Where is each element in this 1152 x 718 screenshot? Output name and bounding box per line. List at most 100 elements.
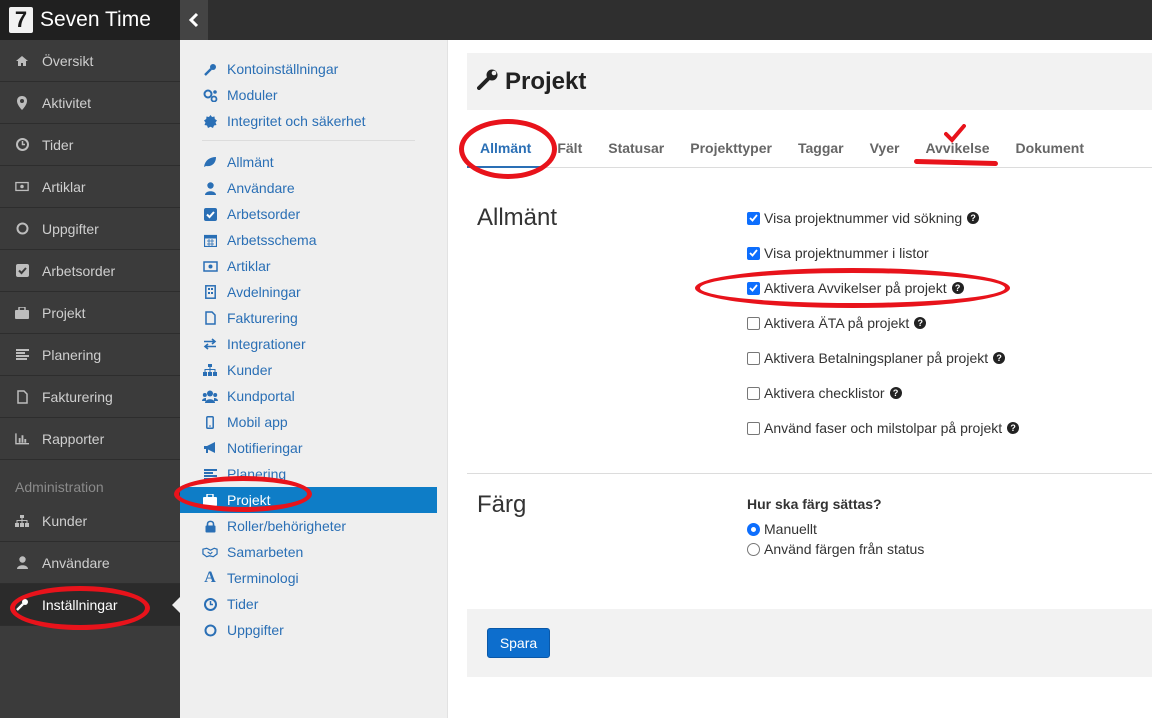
submenu-item-artiklar[interactable]: Artiklar (180, 253, 447, 279)
radio-manual[interactable]: Manuellt (747, 519, 817, 539)
nav-item-tider[interactable]: Tider (0, 124, 180, 166)
section-title-farg: Färg (477, 491, 527, 518)
annotation-checkmark-icon (944, 124, 966, 143)
submenu-item-label: Samarbeten (227, 544, 304, 560)
exchange-icon (202, 337, 218, 351)
option-use-phases[interactable]: Använd faser och milstolpar på projekt ? (747, 418, 1020, 438)
nav-item-label: Översikt (42, 52, 94, 69)
tab-dokument[interactable]: Dokument (1003, 130, 1097, 168)
submenu-item-mobil-app[interactable]: Mobil app (180, 409, 447, 435)
nav-item-label: Planering (42, 346, 102, 363)
annotation-circle-installningar-nav (10, 586, 150, 630)
page-title: Projekt (505, 67, 587, 95)
radio-button[interactable] (747, 542, 760, 556)
money-icon (15, 180, 29, 194)
wrench-icon (202, 62, 218, 76)
check-square-icon (202, 207, 218, 221)
tab-taggar[interactable]: Taggar (785, 130, 857, 168)
tab-statusar[interactable]: Statusar (595, 130, 677, 168)
nav-item-label: Arbetsorder (42, 262, 116, 279)
submenu-item-roller[interactable]: Roller/behörigheter (180, 513, 447, 539)
question-circle-icon[interactable]: ? (967, 212, 980, 224)
nav-item-planering[interactable]: Planering (0, 334, 180, 376)
font-icon: A (204, 569, 216, 586)
radio-status-color[interactable]: Använd färgen från status (747, 539, 924, 559)
nav-item-kunder[interactable]: Kunder (0, 500, 180, 542)
submenu-item-arbetsschema[interactable]: Arbetsschema (180, 227, 447, 253)
submenu-item-uppgifter[interactable]: Uppgifter (180, 617, 447, 643)
submenu-item-label: Tider (227, 596, 259, 612)
checkbox[interactable] (747, 386, 760, 400)
submenu-item-samarbeten[interactable]: Samarbeten (180, 539, 447, 565)
nav-item-uppgifter[interactable]: Uppgifter (0, 208, 180, 250)
submenu-item-tider[interactable]: Tider (180, 591, 447, 617)
option-show-number-search[interactable]: Visa projektnummer vid sökning ? (747, 208, 980, 228)
submenu-item-anvandare[interactable]: Användare (180, 175, 447, 201)
submenu-item-label: Artiklar (227, 258, 271, 274)
nav-item-projekt[interactable]: Projekt (0, 292, 180, 334)
submenu-item-label: Allmänt (227, 154, 274, 170)
option-enable-payment-plans[interactable]: Aktivera Betalningsplaner på projekt ? (747, 348, 1006, 368)
collapse-sidebar-button[interactable] (180, 0, 208, 40)
leaf-icon (202, 155, 218, 169)
app-logo[interactable]: 7 Seven Time (0, 0, 180, 40)
section-divider (467, 473, 1152, 474)
nav-item-arbetsorder[interactable]: Arbetsorder (0, 250, 180, 292)
submenu-item-arbetsorder[interactable]: Arbetsorder (180, 201, 447, 227)
submenu-item-label: Kunder (227, 362, 273, 378)
checkbox[interactable] (747, 316, 760, 330)
question-circle-icon[interactable]: ? (993, 352, 1006, 364)
nav-item-fakturering[interactable]: Fakturering (0, 376, 180, 418)
color-question: Hur ska färg sättas? (747, 496, 882, 512)
submenu-item-kontoinstallningar[interactable]: Kontoinställningar (180, 56, 447, 82)
option-label: Aktivera checklistor (764, 385, 885, 401)
question-circle-icon[interactable]: ? (889, 387, 902, 399)
submenu-item-fakturering[interactable]: Fakturering (180, 305, 447, 331)
submenu-item-kundportal[interactable]: Kundportal (180, 383, 447, 409)
money-icon (202, 259, 218, 273)
tab-projekttyper[interactable]: Projekttyper (677, 130, 785, 168)
submenu-item-label: Kundportal (227, 388, 295, 404)
map-marker-icon (15, 95, 29, 110)
tab-vyer[interactable]: Vyer (857, 130, 913, 168)
submenu-item-label: Moduler (227, 87, 278, 103)
nav-item-oversikt[interactable]: Översikt (0, 40, 180, 82)
option-enable-checklists[interactable]: Aktivera checklistor ? (747, 383, 902, 403)
nav-item-rapporter[interactable]: Rapporter (0, 418, 180, 460)
top-bar: 7 Seven Time (0, 0, 1152, 40)
submenu-item-integrationer[interactable]: Integrationer (180, 331, 447, 357)
submenu-item-kunder[interactable]: Kunder (180, 357, 447, 383)
question-circle-icon[interactable]: ? (1007, 422, 1020, 434)
chevron-left-icon (188, 12, 199, 28)
checkbox[interactable] (747, 246, 760, 260)
submenu-item-allmant[interactable]: Allmänt (180, 149, 447, 175)
option-show-number-lists[interactable]: Visa projektnummer i listor (747, 243, 929, 263)
radio-button[interactable] (747, 522, 760, 536)
checkbox[interactable] (747, 421, 760, 435)
submenu-item-label: Kontoinställningar (227, 61, 339, 77)
submenu-item-notifieringar[interactable]: Notifieringar (180, 435, 447, 461)
submenu-item-label: Roller/behörigheter (227, 518, 347, 534)
submenu-item-moduler[interactable]: Moduler (180, 82, 447, 108)
question-circle-icon[interactable]: ? (914, 317, 927, 329)
nav-item-artiklar[interactable]: Artiklar (0, 166, 180, 208)
tab-bar: Allmänt Fält Statusar Projekttyper Tagga… (467, 130, 1152, 168)
building-icon (202, 285, 218, 299)
lock-icon (202, 519, 218, 533)
mobile-icon (202, 415, 218, 429)
sitemap-icon (202, 363, 218, 377)
checkbox[interactable] (747, 211, 760, 225)
submenu-item-integritet[interactable]: Integritet och säkerhet (180, 108, 447, 134)
section-title-allmant: Allmänt (477, 204, 558, 231)
option-enable-ata[interactable]: Aktivera ÄTA på projekt ? (747, 313, 927, 333)
nav-item-label: Projekt (42, 304, 86, 321)
nav-item-anvandare[interactable]: Användare (0, 542, 180, 584)
nav-item-aktivitet[interactable]: Aktivitet (0, 82, 180, 124)
submenu-item-avdelningar[interactable]: Avdelningar (180, 279, 447, 305)
option-label: Använd faser och milstolpar på projekt (764, 420, 1003, 436)
checkbox[interactable] (747, 351, 760, 365)
form-footer: Spara (467, 609, 1152, 677)
submenu-item-terminologi[interactable]: A Terminologi (180, 565, 447, 591)
save-button[interactable]: Spara (487, 628, 550, 658)
bullhorn-icon (202, 441, 218, 455)
